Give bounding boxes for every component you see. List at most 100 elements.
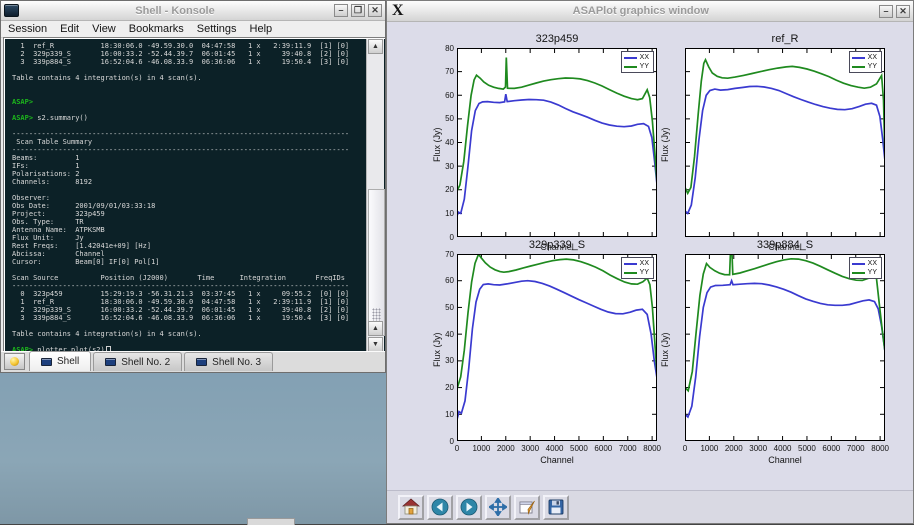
series-XX-339p884_S: [685, 281, 885, 417]
home-button[interactable]: [398, 495, 424, 520]
ytick-329p339_S-20: 20: [430, 383, 454, 392]
series-YY-323p459: [457, 58, 657, 191]
xtick-329p339_S-8000: 8000: [637, 444, 667, 453]
ytick-323p459-50: 50: [430, 114, 454, 123]
scrollbar-thumb[interactable]: [368, 189, 385, 336]
ytick-323p459-30: 30: [430, 162, 454, 171]
legend-line-XX: [852, 263, 865, 265]
series-YY-ref_R: [685, 60, 885, 194]
plot-minimize-button[interactable]: –: [879, 5, 893, 18]
legend-entry-XX: XX: [852, 53, 877, 62]
series-XX-329p339_S: [457, 281, 657, 420]
legend-entry-XX: XX: [624, 53, 649, 62]
legend-line-XX: [852, 57, 865, 59]
subplot-canvas-339p884_S: [685, 254, 885, 441]
desktop: Shell - Konsole – ❐ ✕ Session Edit View Boo…: [0, 0, 914, 524]
subplot-canvas-323p459: [457, 48, 657, 237]
legend-label: YY: [640, 268, 649, 277]
ytick-323p459-60: 60: [430, 91, 454, 100]
series-XX-323p459: [457, 94, 657, 216]
new-session-icon: [10, 357, 19, 366]
pan-button[interactable]: [485, 495, 511, 520]
ytick-329p339_S-50: 50: [430, 303, 454, 312]
asaplot-window: X ASAPlot graphics window – ✕ Channel Cha…: [386, 0, 914, 524]
subplot-title-ref_R: ref_R: [685, 33, 885, 45]
legend-label: XX: [640, 259, 649, 268]
tab-shell[interactable]: Shell: [29, 351, 91, 371]
terminal-output[interactable]: 1 ref_R 18:30:06.0 -49.59.30.0 04:47:58 …: [3, 37, 385, 353]
menu-item-settings[interactable]: Settings: [197, 23, 237, 35]
legend-entry-XX: XX: [624, 259, 649, 268]
legend-323p459: XXYY: [621, 51, 654, 73]
subplot-339p884_S[interactable]: XXYY: [685, 254, 885, 441]
terminal-tabbar: Shell Shell No. 2 Shell No. 3: [1, 351, 385, 372]
mpl-toolbar: [387, 490, 913, 523]
tab-shell-no-3[interactable]: Shell No. 3: [184, 352, 273, 371]
zoom-rect-icon: [518, 498, 536, 516]
scroll-down-icon[interactable]: ▼: [368, 337, 383, 352]
plot-close-button[interactable]: ✕: [896, 5, 910, 18]
back-icon: [431, 498, 449, 516]
close-button[interactable]: ✕: [368, 4, 382, 17]
subplot-title-323p459: 323p459: [457, 33, 657, 45]
konsole-window: Shell - Konsole – ❐ ✕ Session Edit View Boo…: [0, 0, 386, 373]
ytick-329p339_S-70: 70: [430, 250, 454, 259]
minimize-button[interactable]: –: [334, 4, 348, 17]
legend-entry-YY: YY: [624, 62, 649, 71]
menu-item-help[interactable]: Help: [250, 23, 273, 35]
ytick-323p459-10: 10: [430, 209, 454, 218]
ylabel-329p339_S: Flux (Jy): [432, 332, 442, 367]
tab-label: Shell: [57, 356, 79, 367]
asap-prompt: ASAP>: [12, 114, 33, 122]
konsole-icon: [4, 4, 19, 17]
subplot-323p459[interactable]: XXYY: [457, 48, 657, 237]
zoom-rect-button[interactable]: [514, 495, 540, 520]
shell-monitor-icon: [105, 358, 116, 366]
scroll-up2-icon[interactable]: ▲: [368, 321, 383, 336]
legend-329p339_S: XXYY: [621, 257, 654, 279]
ytick-323p459-70: 70: [430, 67, 454, 76]
legend-label: YY: [868, 62, 877, 71]
forward-button[interactable]: [456, 495, 482, 520]
legend-line-XX: [624, 263, 637, 265]
terminal-titlebar[interactable]: Shell - Konsole – ❐ ✕: [1, 1, 385, 21]
subplot-canvas-ref_R: [685, 48, 885, 237]
scroll-up-icon[interactable]: ▲: [368, 39, 383, 54]
xtick-339p884_S-8000: 8000: [865, 444, 895, 453]
legend-label: XX: [640, 53, 649, 62]
legend-339p884_S: XXYY: [849, 257, 882, 279]
tab-shell-no-2[interactable]: Shell No. 2: [93, 352, 182, 371]
maximize-button[interactable]: ❐: [351, 4, 365, 17]
subplot-ref_R[interactable]: XXYY: [685, 48, 885, 237]
pan-icon: [489, 498, 507, 516]
ytick-329p339_S-10: 10: [430, 410, 454, 419]
series-XX-ref_R: [685, 86, 885, 213]
legend-label: YY: [640, 62, 649, 71]
legend-entry-XX: XX: [852, 259, 877, 268]
tab-label: Shell No. 2: [121, 357, 170, 368]
figure-canvas[interactable]: ChannelChannel323p459XXYY010203040506070…: [388, 22, 912, 523]
plot-titlebar[interactable]: X ASAPlot graphics window – ✕: [387, 1, 913, 22]
menu-item-edit[interactable]: Edit: [60, 23, 79, 35]
ytick-323p459-0: 0: [430, 233, 454, 242]
subplot-title-339p884_S: 339p884_S: [685, 239, 885, 251]
legend-entry-YY: YY: [852, 268, 877, 277]
legend-entry-YY: YY: [624, 268, 649, 277]
subplot-329p339_S[interactable]: XXYY: [457, 254, 657, 441]
legend-line-YY: [852, 66, 865, 68]
terminal-title: Shell - Konsole: [19, 5, 331, 17]
legend-line-YY: [624, 66, 637, 68]
new-session-button[interactable]: [4, 353, 25, 370]
terminal-scrollbar[interactable]: ▲ ▲ ▼: [366, 39, 384, 352]
xlabel-329p339_S: Channel: [457, 455, 657, 465]
menu-item-session[interactable]: Session: [8, 23, 47, 35]
save-button[interactable]: [543, 495, 569, 520]
menu-item-bookmarks[interactable]: Bookmarks: [129, 23, 184, 35]
back-button[interactable]: [427, 495, 453, 520]
shell-monitor-icon: [196, 358, 207, 366]
xlabel-339p884_S: Channel: [685, 455, 885, 465]
menu-item-view[interactable]: View: [92, 23, 116, 35]
home-icon: [402, 498, 420, 516]
plot-title: ASAPlot graphics window: [406, 5, 876, 17]
ytick-323p459-20: 20: [430, 185, 454, 194]
